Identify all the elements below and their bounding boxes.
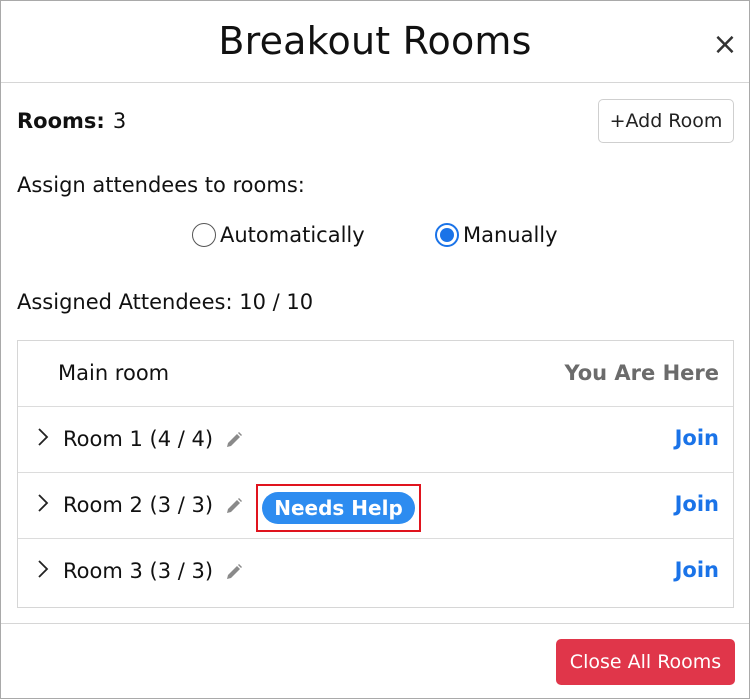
assigned-attendees: Assigned Attendees: 10 / 10 [17, 290, 314, 314]
room-name-1: Room 1 (4 / 4) [63, 427, 214, 451]
radio-automatically-label: Automatically [220, 223, 365, 247]
rooms-count-label: Rooms: [17, 109, 105, 133]
chevron-right-icon[interactable] [36, 557, 50, 587]
room-name-3: Room 3 (3 / 3) [63, 559, 214, 583]
needs-help-highlight: Needs Help [256, 484, 421, 532]
chevron-right-icon[interactable] [36, 491, 50, 521]
close-all-rooms-button[interactable]: Close All Rooms [556, 639, 735, 685]
main-room-row: Main room You Are Here [18, 341, 733, 407]
pencil-icon[interactable] [224, 562, 244, 586]
rooms-count-value: 3 [112, 109, 127, 133]
close-icon[interactable]: × [711, 30, 739, 60]
breakout-rooms-dialog: Breakout Rooms × Rooms: 3 +Add Room Assig… [0, 0, 750, 699]
footer-divider [1, 623, 749, 624]
join-room-2-link[interactable]: Join [675, 492, 719, 516]
needs-help-badge[interactable]: Needs Help [262, 492, 415, 524]
chevron-right-icon[interactable] [36, 425, 50, 455]
pencil-icon[interactable] [224, 430, 244, 454]
radio-manually-label: Manually [463, 223, 558, 247]
main-room-status: You Are Here [564, 361, 719, 385]
main-room-name: Main room [58, 361, 170, 385]
radio-automatically[interactable]: Automatically [192, 223, 365, 247]
radio-automatically-circle[interactable] [192, 223, 216, 247]
room-row-1[interactable]: Room 1 (4 / 4) Join [18, 407, 733, 473]
room-row-3[interactable]: Room 3 (3 / 3) Join [18, 539, 733, 605]
assign-label: Assign attendees to rooms: [17, 173, 305, 197]
join-room-3-link[interactable]: Join [675, 558, 719, 582]
join-room-1-link[interactable]: Join [675, 426, 719, 450]
radio-manually-circle[interactable] [435, 223, 459, 247]
rooms-table: Main room You Are Here Room 1 (4 / 4) Jo… [17, 340, 734, 608]
radio-manually[interactable]: Manually [435, 223, 558, 247]
room-name-2: Room 2 (3 / 3) [63, 493, 214, 517]
add-room-button[interactable]: +Add Room [598, 99, 734, 143]
dialog-header: Breakout Rooms × [1, 1, 749, 83]
dialog-title: Breakout Rooms [218, 19, 532, 63]
rooms-count: Rooms: 3 [17, 109, 126, 133]
pencil-icon[interactable] [224, 496, 244, 520]
